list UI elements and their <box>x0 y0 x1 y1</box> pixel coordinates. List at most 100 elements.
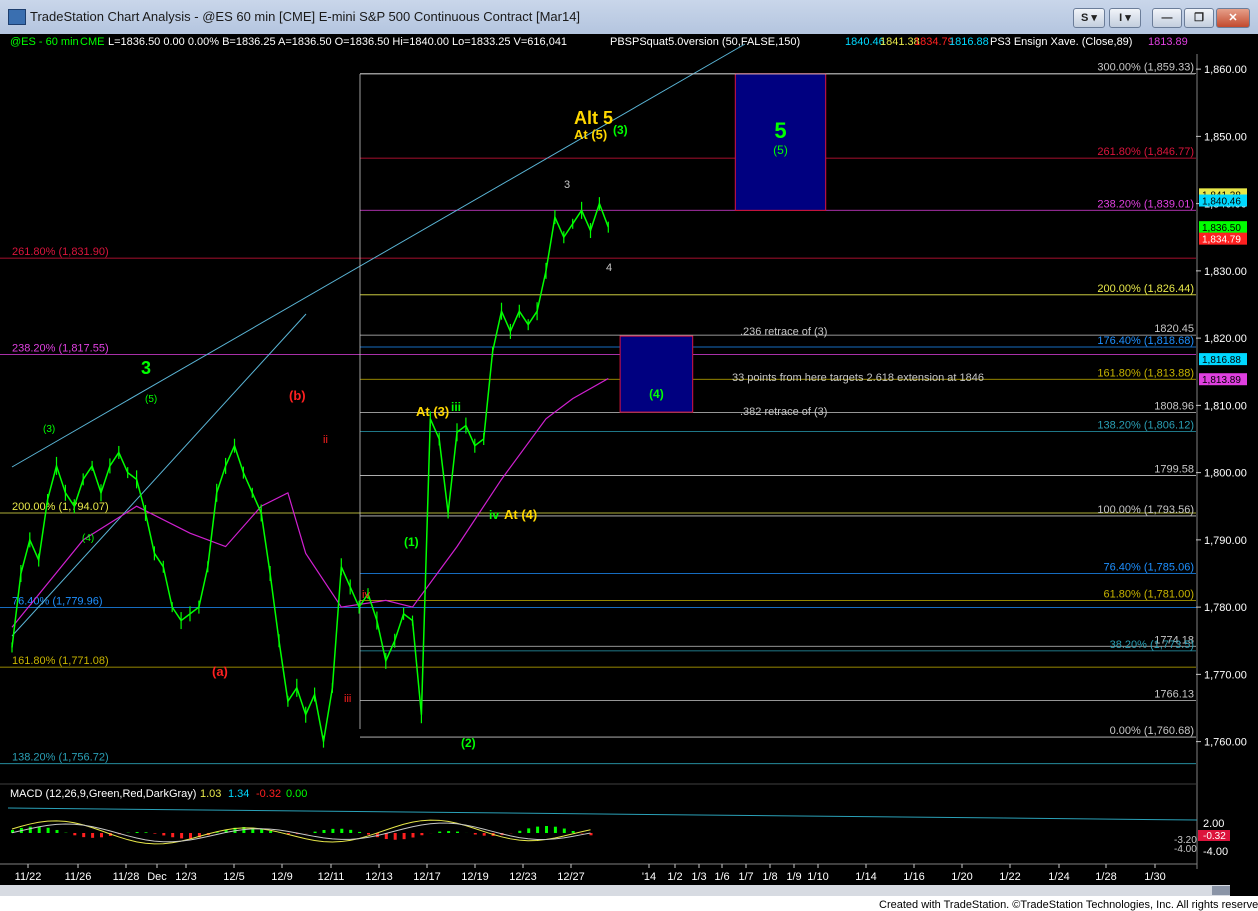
macd-bar-49 <box>447 831 451 833</box>
quote-readout: L=1836.50 0.00 0.00% B=1836.25 A=1836.50… <box>108 36 567 48</box>
annotation-16: At (5) <box>574 127 607 142</box>
annotation-12: iii <box>451 400 461 414</box>
level-label-22: 138.20% (1,756.72) <box>12 752 109 764</box>
annotation-18: 3 <box>564 179 570 191</box>
macd-bar-45 <box>411 833 415 838</box>
close-button[interactable]: ✕ <box>1216 8 1250 28</box>
macd-bar-29 <box>269 831 273 833</box>
indicator2-value: 1813.89 <box>1148 36 1188 48</box>
macd-bar-14 <box>135 831 139 833</box>
level-label-10: 138.20% (1,806.12) <box>1097 419 1194 431</box>
x-tick-label-5: 12/5 <box>223 871 244 883</box>
macd-value-2: 1.34 <box>228 788 249 800</box>
x-tick-label-20: 1/10 <box>807 871 828 883</box>
x-tick-label-18: 1/8 <box>762 871 777 883</box>
y-tick-label-1: 1,770.00 <box>1204 669 1247 681</box>
chart-area[interactable]: @ES - 60 min CME L=1836.50 0.00 0.00% B=… <box>0 34 1258 911</box>
macd-bar-37 <box>340 828 344 833</box>
macd-bar-48 <box>438 831 442 833</box>
level-label-5: 1820.45 <box>1154 323 1194 335</box>
exchange-label: CME <box>80 36 104 48</box>
annotation-14: At (4) <box>504 507 537 522</box>
scrollbar-thumb[interactable] <box>1212 886 1230 895</box>
level-label-13: 100.00% (1,793.56) <box>1097 504 1194 516</box>
y-tick-label-4: 1,800.00 <box>1204 468 1247 480</box>
indicator-link-button[interactable]: I ▾ <box>1109 8 1141 28</box>
level-label-0: 300.00% (1,859.33) <box>1097 62 1194 74</box>
annotation-21: 33 points from here targets 2.618 extens… <box>732 372 984 384</box>
y-tick-label-7: 1,830.00 <box>1204 266 1247 278</box>
annotation-15: Alt 5 <box>574 108 613 128</box>
x-tick-label-25: 1/24 <box>1048 871 1069 883</box>
x-tick-label-9: 12/17 <box>413 871 441 883</box>
y-tick-label-9: 1,850.00 <box>1204 131 1247 143</box>
x-tick-label-14: 1/2 <box>667 871 682 883</box>
level-label-2: 238.20% (1,839.01) <box>1097 198 1194 210</box>
minimize-button[interactable]: — <box>1152 8 1182 28</box>
y-tick-label-6: 1,820.00 <box>1204 333 1247 345</box>
level-label-12: 200.00% (1,794.07) <box>12 501 109 513</box>
annotation-19: 4 <box>606 262 612 274</box>
maximize-button[interactable]: ❐ <box>1184 8 1214 28</box>
symbol-link-button[interactable]: S ▾ <box>1073 8 1105 28</box>
x-tick-label-13: '14 <box>642 871 656 883</box>
indicator1-name: PBSPSquat5.0version (50,FALSE,150) <box>610 36 800 48</box>
macd-bar-39 <box>358 831 362 833</box>
annotation-11: At (3) <box>416 404 449 419</box>
macd-bar-3 <box>37 826 41 833</box>
symbol-link-label: S <box>1081 12 1089 24</box>
macd-bar-2 <box>28 826 32 833</box>
horizontal-scrollbar[interactable] <box>0 885 1230 896</box>
annotation-6: ii <box>323 434 328 446</box>
date-axis[interactable]: 11/22 11/26 11/28 Dec 12/3 12/5 12/9 12/11 12/13… <box>15 864 1166 883</box>
annotation-13: iv <box>489 508 499 522</box>
macd-bar-57 <box>518 830 522 833</box>
axis-marker-2: 1,836.50 <box>1202 223 1241 234</box>
macd-value-1: 1.03 <box>200 788 221 800</box>
symbol-label: @ES - 60 min <box>10 36 79 48</box>
target-box-label-0: 5 <box>774 118 786 143</box>
level-label-20: 1766.13 <box>1154 688 1194 700</box>
macd-tick-m4: -4.00 <box>1203 846 1228 858</box>
indicator2-name: PS3 Ensign Xave. (Close,89) <box>990 36 1132 48</box>
title-bar: TradeStation Chart Analysis - @ES 60 min… <box>0 0 1258 35</box>
x-tick-label-27: 1/30 <box>1144 871 1165 883</box>
axis-marker-4: 1,816.88 <box>1202 355 1241 366</box>
macd-bar-28 <box>260 829 264 833</box>
lower-trend-line[interactable] <box>11 313 307 637</box>
indicator1-value-3: 1834.79 <box>914 36 954 48</box>
level-label-14: 76.40% (1,785.06) <box>1103 562 1194 574</box>
fibonacci-levels: 300.00% (1,859.33) 261.80% (1,846.77) 238.… <box>0 62 1196 765</box>
annotation-1: (5) <box>145 394 157 405</box>
annotation-10: (2) <box>461 736 476 750</box>
annotation-22: .382 retrace of (3) <box>740 406 827 418</box>
x-tick-label-17: 1/7 <box>738 871 753 883</box>
macd-bar-34 <box>313 831 317 833</box>
price-axis-markers: 1,841.381,840.461,836.501,834.791,816.88… <box>1199 188 1247 386</box>
macd-tick-2: 2.00 <box>1203 818 1224 830</box>
y-tick-label-3: 1,790.00 <box>1204 535 1247 547</box>
price-axis[interactable]: 1,760.00 1,770.00 1,780.00 1,790.00 1,800.00… <box>1196 64 1247 749</box>
annotation-5: (a) <box>212 664 228 679</box>
axis-marker-1: 1,840.46 <box>1202 197 1241 208</box>
copyright-footer: Created with TradeStation. ©TradeStation… <box>879 899 1258 911</box>
macd-bar-61 <box>553 826 557 833</box>
level-label-21: 0.00% (1,760.68) <box>1110 725 1194 737</box>
x-tick-label-11: 12/23 <box>509 871 537 883</box>
x-tick-label-2: 11/28 <box>113 871 140 883</box>
macd-bar-15 <box>144 832 148 833</box>
macd-bar-43 <box>393 833 397 840</box>
macd-marker-low: -4.00 <box>1174 844 1197 855</box>
macd-bar-5 <box>55 829 59 833</box>
level-label-3: 261.80% (1,831.90) <box>12 246 109 258</box>
x-tick-label-22: 1/16 <box>903 871 924 883</box>
axis-marker-3: 1,834.79 <box>1202 235 1241 246</box>
macd-bar-36 <box>331 828 335 833</box>
macd-bar-23 <box>215 832 219 833</box>
macd-bar-46 <box>420 833 424 836</box>
macd-bar-9 <box>91 833 95 838</box>
level-label-19: 161.80% (1,771.08) <box>12 655 109 667</box>
target-box-sublabel-0: (5) <box>773 143 788 157</box>
macd-bar-16 <box>153 833 157 834</box>
indicator-link-label: I <box>1119 12 1123 24</box>
